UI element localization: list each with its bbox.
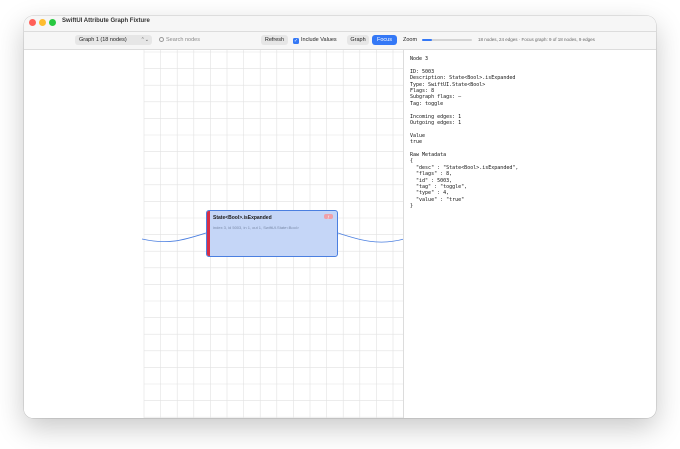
- graph-mode-button[interactable]: Graph: [347, 35, 369, 45]
- raw-line: }: [410, 203, 414, 210]
- graph-stats: 18 nodes, 24 edges · Focus graph: 9 of 1…: [478, 37, 595, 42]
- close-window-button[interactable]: [29, 19, 36, 26]
- graph-select[interactable]: Graph 1 (18 nodes) ⌃⌄: [75, 35, 152, 45]
- node-title: State<Bool>.isExpanded: [213, 215, 272, 221]
- zoom-slider[interactable]: [422, 39, 472, 41]
- node-subtitle: index 3, id 5003, in 1, out 1, SwiftUI.S…: [213, 225, 300, 230]
- include-values-toggle[interactable]: ✓ Include Values: [293, 35, 337, 45]
- graph-node[interactable]: State<Bool>.isExpanded index 3, id 5003,…: [206, 210, 338, 257]
- inspector-panel: Node 3 ID: 5003 Description: State<Bool>…: [410, 56, 650, 210]
- app-window: SwiftUI Attribute Graph Fixture Graph 1 …: [24, 16, 656, 418]
- search-placeholder: Search nodes: [166, 37, 200, 43]
- toolbar: Graph 1 (18 nodes) ⌃⌄ Search nodes Refre…: [24, 32, 656, 50]
- chevron-updown-icon: ⌃⌄: [140, 37, 149, 43]
- refresh-button[interactable]: Refresh: [261, 35, 288, 45]
- zoom-window-button[interactable]: [49, 19, 56, 26]
- checkbox-checked-icon: ✓: [293, 38, 299, 44]
- zoom-slider-fill: [422, 39, 432, 41]
- search-field[interactable]: Search nodes: [159, 35, 254, 45]
- split-divider[interactable]: [403, 50, 404, 418]
- graph-canvas[interactable]: State<Bool>.isExpanded index 3, id 5003,…: [24, 50, 404, 418]
- title-bar: SwiftUI Attribute Graph Fixture: [24, 16, 656, 32]
- node-marker: [207, 211, 210, 256]
- search-icon: [159, 37, 164, 42]
- include-values-label: Include Values: [301, 37, 337, 43]
- graph-select-value: Graph 1 (18 nodes): [79, 37, 127, 43]
- window-title: SwiftUI Attribute Graph Fixture: [62, 18, 150, 24]
- focus-mode-button[interactable]: Focus: [372, 35, 397, 45]
- zoom-label: Zoom: [403, 37, 418, 43]
- node-flag-badge: ƒ: [324, 214, 333, 219]
- minimize-window-button[interactable]: [39, 19, 46, 26]
